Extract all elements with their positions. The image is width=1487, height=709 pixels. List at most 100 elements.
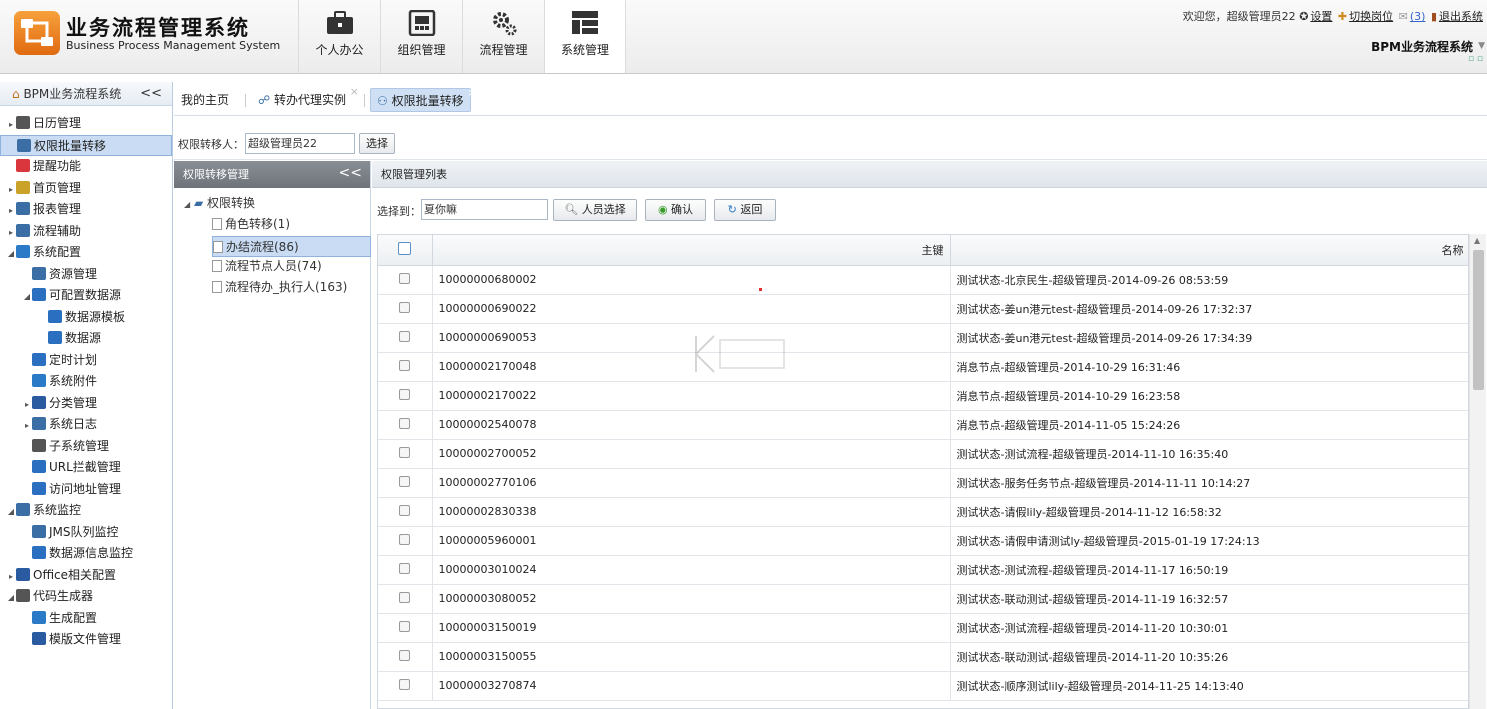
expand-arrow-icon[interactable]: ▸ [22, 394, 32, 416]
sidebar-item-1[interactable]: 权限批量转移 [0, 134, 172, 156]
tree-item-node-personnel[interactable]: 流程节点人员(74) [212, 256, 322, 277]
row-checkbox[interactable] [399, 649, 411, 661]
expand-arrow-icon[interactable]: ▸ [6, 566, 16, 588]
sidebar-item-6[interactable]: ◢ 系统配置 [0, 242, 172, 264]
row-checkbox[interactable] [399, 504, 411, 516]
column-header-key[interactable]: 主键 [432, 235, 951, 266]
row-checkbox[interactable] [399, 301, 411, 313]
sidebar-item-12[interactable]: 系统附件 [0, 371, 172, 393]
sidebar-item-14[interactable]: ▸ 系统日志 [0, 414, 172, 436]
sidebar-item-20[interactable]: 数据源信息监控 [0, 543, 172, 565]
table-row[interactable]: 10000002170048 消息节点-超级管理员-2014-10-29 16:3… [378, 352, 1468, 382]
column-header-name[interactable]: 名称 [950, 235, 1468, 266]
row-checkbox[interactable] [399, 388, 411, 400]
row-checkbox-cell[interactable] [378, 642, 433, 672]
row-checkbox[interactable] [399, 533, 411, 545]
table-row[interactable]: 10000002700052 测试状态-测试流程-超级管理员-2014-11-10… [378, 439, 1468, 469]
table-row[interactable]: 10000000690022 测试状态-姜un港元test-超级管理员-2014-… [378, 294, 1468, 324]
tree-item-completed-process[interactable]: 办结流程(86) [212, 236, 371, 257]
sidebar-item-5[interactable]: ▸ 流程辅助 [0, 221, 172, 243]
window-icons[interactable]: ▫ ▫ [1468, 54, 1483, 64]
sidebar-item-18[interactable]: ◢ 系统监控 [0, 500, 172, 522]
tab-close-icon[interactable]: × [350, 80, 359, 104]
settings-link[interactable]: 设置 [1310, 10, 1332, 23]
messages-link[interactable]: (3) [1410, 10, 1426, 23]
row-checkbox-cell[interactable] [378, 526, 433, 556]
row-checkbox[interactable] [399, 562, 411, 574]
back-button[interactable]: ↻ 返回 [714, 199, 776, 221]
table-row[interactable]: 10000002540078 消息节点-超级管理员-2014-11-05 15:2… [378, 410, 1468, 440]
sidebar-item-11[interactable]: 定时计划 [0, 350, 172, 372]
sidebar-item-22[interactable]: ◢ 代码生成器 [0, 586, 172, 608]
sidebar-item-10[interactable]: 数据源 [0, 328, 172, 350]
expand-arrow-icon[interactable]: ◢ [6, 243, 16, 265]
table-row[interactable]: 10000005960001 测试状态-请假申请测试ly-超级管理员-2015-0… [378, 526, 1468, 556]
row-checkbox[interactable] [399, 591, 411, 603]
expand-arrow-icon[interactable]: ◢ [6, 501, 16, 523]
mid-collapse-button[interactable]: << [339, 160, 362, 187]
row-checkbox-cell[interactable] [378, 352, 433, 382]
table-row[interactable]: 10000000690053 测试状态-姜un港元test-超级管理员-2014-… [378, 323, 1468, 353]
row-checkbox[interactable] [399, 330, 411, 342]
sidebar-item-4[interactable]: ▸ 报表管理 [0, 199, 172, 221]
select-all-checkbox[interactable] [398, 241, 412, 255]
tab-permission-transfer[interactable]: ⚇ 权限批量转移 × [370, 86, 477, 112]
table-row[interactable]: 10000000680002 测试状态-北京民生-超级管理员-2014-09-26… [378, 265, 1468, 295]
table-row[interactable]: 10000003010024 测试状态-测试流程-超级管理员-2014-11-17… [378, 555, 1468, 585]
row-checkbox-cell[interactable] [378, 584, 433, 614]
row-checkbox-cell[interactable] [378, 555, 433, 585]
sidebar-collapse-button[interactable]: << [140, 82, 162, 106]
expand-arrow-icon[interactable]: ◢ [22, 286, 32, 308]
nav-system-management[interactable]: 系统管理 [544, 0, 626, 73]
row-checkbox[interactable] [399, 417, 411, 429]
person-select-button[interactable]: 🔍︎ 人员选择 [553, 199, 637, 221]
system-name[interactable]: BPM业务流程系统 [1371, 38, 1473, 55]
sidebar-item-15[interactable]: 子系统管理 [0, 436, 172, 458]
sidebar-item-19[interactable]: JMS队列监控 [0, 522, 172, 544]
row-checkbox[interactable] [399, 446, 411, 458]
expand-arrow-icon[interactable]: ▸ [6, 179, 16, 201]
row-checkbox-cell[interactable] [378, 381, 433, 411]
tab-delegate-instances[interactable]: ☍ 转办代理实例 × [252, 85, 359, 112]
sidebar-item-8[interactable]: ◢ 可配置数据源 [0, 285, 172, 307]
row-checkbox[interactable] [399, 475, 411, 487]
row-checkbox-cell[interactable] [378, 323, 433, 353]
expand-arrow-icon[interactable]: ▸ [22, 415, 32, 437]
sidebar-item-16[interactable]: URL拦截管理 [0, 457, 172, 479]
nav-personal-office[interactable]: 个人办公 [298, 0, 380, 73]
grid-scrollbar[interactable]: ▲ [1469, 234, 1486, 709]
table-row[interactable]: 10000002170022 消息节点-超级管理员-2014-10-29 16:2… [378, 381, 1468, 411]
row-checkbox[interactable] [399, 359, 411, 371]
confirm-button[interactable]: ◉ 确认 [645, 199, 706, 221]
sidebar-item-23[interactable]: 生成配置 [0, 608, 172, 630]
nav-process-management[interactable]: 流程管理 [462, 0, 544, 73]
table-row[interactable]: 10000002830338 测试状态-请假lily-超级管理员-2014-11-… [378, 497, 1468, 527]
select-all-cell[interactable] [378, 235, 433, 266]
transfer-person-input[interactable]: 超级管理员22 [245, 133, 355, 154]
sidebar-item-21[interactable]: ▸ Office相关配置 [0, 565, 172, 587]
tree-item-role-transfer[interactable]: 角色转移(1) [212, 214, 290, 235]
logout-link[interactable]: 退出系统 [1439, 10, 1483, 23]
row-checkbox-cell[interactable] [378, 497, 433, 527]
row-checkbox-cell[interactable] [378, 439, 433, 469]
row-checkbox[interactable] [399, 272, 411, 284]
tree-item-pending-executor[interactable]: 流程待办_执行人(163) [212, 277, 347, 298]
switch-post-link[interactable]: 切换岗位 [1349, 10, 1393, 23]
scrollbar-thumb[interactable] [1473, 250, 1484, 390]
sidebar-item-0[interactable]: ▸ 日历管理 [0, 113, 172, 135]
select-person-button[interactable]: 选择 [359, 133, 395, 154]
expand-arrow-icon[interactable]: ▸ [6, 200, 16, 222]
row-checkbox[interactable] [399, 620, 411, 632]
row-checkbox-cell[interactable] [378, 265, 433, 295]
table-row[interactable]: 10000003080052 测试状态-联动测试-超级管理员-2014-11-19… [378, 584, 1468, 614]
expand-arrow-icon[interactable]: ▸ [6, 222, 16, 244]
row-checkbox-cell[interactable] [378, 671, 433, 701]
table-row[interactable]: 10000003270874 测试状态-顺序测试lily-超级管理员-2014-1… [378, 671, 1468, 701]
row-checkbox-cell[interactable] [378, 468, 433, 498]
row-checkbox-cell[interactable] [378, 294, 433, 324]
tab-close-icon[interactable]: × [467, 81, 476, 105]
expand-arrow-icon[interactable]: ◢ [6, 587, 16, 609]
row-checkbox-cell[interactable] [378, 613, 433, 643]
sidebar-item-3[interactable]: ▸ 首页管理 [0, 178, 172, 200]
scroll-up-icon[interactable]: ▲ [1474, 236, 1480, 245]
